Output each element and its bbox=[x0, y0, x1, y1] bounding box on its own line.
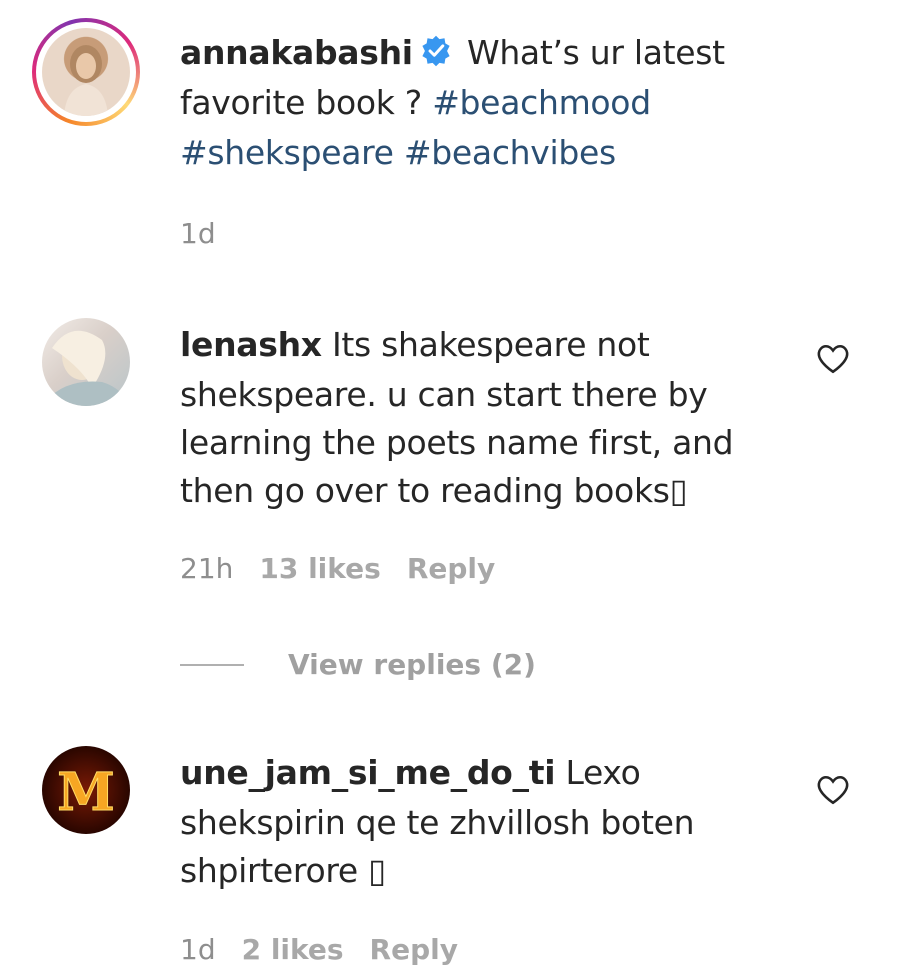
avatar-lenashx[interactable] bbox=[42, 318, 130, 406]
replies-divider bbox=[180, 663, 244, 666]
comment-1-line2: shekspeare. u can start there by bbox=[180, 375, 708, 414]
heart-icon[interactable] bbox=[816, 774, 850, 806]
comment-1-time[interactable]: 21h bbox=[180, 552, 233, 585]
caption-username[interactable]: annakabashi bbox=[180, 33, 413, 72]
caption-line1: annakabashi What’s ur latest bbox=[180, 28, 725, 78]
avatar-letter: M bbox=[57, 762, 115, 823]
comment-1-username[interactable]: lenashx bbox=[180, 325, 322, 364]
caption-line3: #shekspeare #beachvibes bbox=[180, 128, 616, 178]
comment-1-line3: learning the poets name first, and bbox=[180, 423, 734, 462]
comment-2-line1: une_jam_si_me_do_ti Lexo bbox=[180, 748, 641, 798]
view-replies-button[interactable]: View replies (2) bbox=[180, 648, 536, 681]
caption-line2: favorite book ? #beachmood bbox=[180, 78, 651, 128]
caption-text-line1: What’s ur latest bbox=[466, 33, 725, 72]
comment-1-meta: 21h 13 likes Reply bbox=[180, 551, 521, 587]
comment-1-reply-button[interactable]: Reply bbox=[407, 552, 495, 585]
heart-icon[interactable] bbox=[816, 343, 850, 375]
comment-1-line1: lenashx Its shakespeare not bbox=[180, 320, 650, 370]
avatar-une-jam-si-me-do-ti[interactable]: M bbox=[42, 746, 130, 834]
hashtag-shekspeare[interactable]: #shekspeare bbox=[180, 133, 394, 172]
comment-1-line4: then go over to reading books▯ bbox=[180, 471, 688, 510]
comment-2-text: Lexo bbox=[565, 753, 641, 792]
comment-2-likes[interactable]: 2 likes bbox=[242, 933, 344, 966]
comment-2-reply-button[interactable]: Reply bbox=[370, 933, 458, 966]
verified-badge-icon bbox=[422, 35, 450, 67]
caption-meta: 1d bbox=[180, 216, 242, 252]
caption-text-line2: favorite book ? bbox=[180, 83, 422, 122]
hashtag-beachvibes[interactable]: #beachvibes bbox=[404, 133, 616, 172]
caption-time[interactable]: 1d bbox=[180, 217, 216, 250]
view-replies-label: View replies (2) bbox=[288, 648, 536, 681]
comment-2-meta: 1d 2 likes Reply bbox=[180, 932, 484, 968]
comment-1-text: Its shakespeare not bbox=[331, 325, 650, 364]
hashtag-beachmood[interactable]: #beachmood bbox=[432, 83, 651, 122]
avatar-annakabashi[interactable] bbox=[42, 28, 130, 116]
comment-1-likes[interactable]: 13 likes bbox=[259, 552, 380, 585]
comment-2-line2: shekspirin qe te zhvillosh boten bbox=[180, 803, 695, 842]
comment-2-username[interactable]: une_jam_si_me_do_ti bbox=[180, 753, 556, 792]
story-ring[interactable] bbox=[32, 18, 140, 126]
comment-2-time[interactable]: 1d bbox=[180, 933, 216, 966]
comment-2-line3: shpirterore ▯ bbox=[180, 851, 386, 890]
